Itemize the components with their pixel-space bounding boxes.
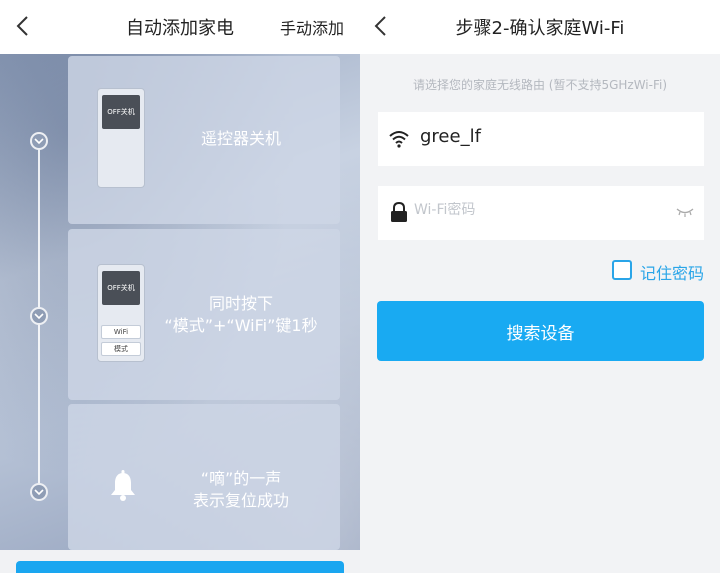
step-dot-3 xyxy=(30,483,48,501)
page-title: 步骤2-确认家庭Wi-Fi xyxy=(455,18,625,39)
remember-password-label: 记住密码 xyxy=(640,264,705,283)
remote-control-image: OFF关机 WiFi 模式 xyxy=(97,264,145,362)
wifi-ssid-value: gree_lf xyxy=(420,126,481,147)
lock-icon xyxy=(391,201,407,222)
wifi-ssid-field[interactable]: gree_lf xyxy=(378,112,704,166)
bell-icon xyxy=(111,470,135,501)
router-hint: 请选择您的家庭无线路由 (暂不支持5GHzWi-Fi) xyxy=(412,78,668,92)
remote-screen: OFF关机 xyxy=(102,95,140,129)
remote-screen: OFF关机 xyxy=(102,271,140,305)
manual-add-link[interactable]: 手动添加 xyxy=(280,15,344,39)
step-dot-2 xyxy=(30,307,48,325)
confirm-wifi-screen: 步骤2-确认家庭Wi-Fi 请选择您的家庭无线路由 (暂不支持5GHzWi-Fi… xyxy=(360,0,720,573)
step-2-text: 同时按下 “模式”+“WiFi”键1秒 xyxy=(164,294,318,335)
chevron-down-icon xyxy=(34,489,44,496)
chevron-down-icon xyxy=(34,138,44,145)
chevron-down-icon xyxy=(34,313,44,320)
top-bar: 自动添加家电 手动添加 xyxy=(0,0,360,54)
wifi-icon xyxy=(389,131,409,148)
eye-closed-icon[interactable] xyxy=(676,206,694,218)
step-1-text: 遥控器关机 xyxy=(200,129,281,148)
next-button[interactable] xyxy=(16,561,344,573)
step-card-1: OFF关机 遥控器关机 xyxy=(68,56,340,224)
step-3-text: “嘀”的一声 表示复位成功 xyxy=(192,469,289,510)
auto-add-screen: 自动添加家电 手动添加 OFF关机 遥控器关机 OFF关机 WiFi 模式 同时… xyxy=(0,0,360,573)
step-card-2: OFF关机 WiFi 模式 同时按下 “模式”+“WiFi”键1秒 xyxy=(68,229,340,400)
top-bar: 步骤2-确认家庭Wi-Fi xyxy=(360,0,720,54)
step-card-3: “嘀”的一声 表示复位成功 xyxy=(68,404,340,550)
wifi-password-field[interactable] xyxy=(378,186,704,240)
remote-control-image: OFF关机 xyxy=(97,88,145,188)
wifi-password-input[interactable] xyxy=(414,202,664,218)
remote-wifi-button: WiFi xyxy=(101,325,141,339)
remember-password-checkbox[interactable] xyxy=(612,260,632,280)
step-dot-1 xyxy=(30,132,48,150)
search-device-button[interactable]: 搜索设备 xyxy=(377,301,704,361)
remote-mode-button: 模式 xyxy=(101,342,141,356)
